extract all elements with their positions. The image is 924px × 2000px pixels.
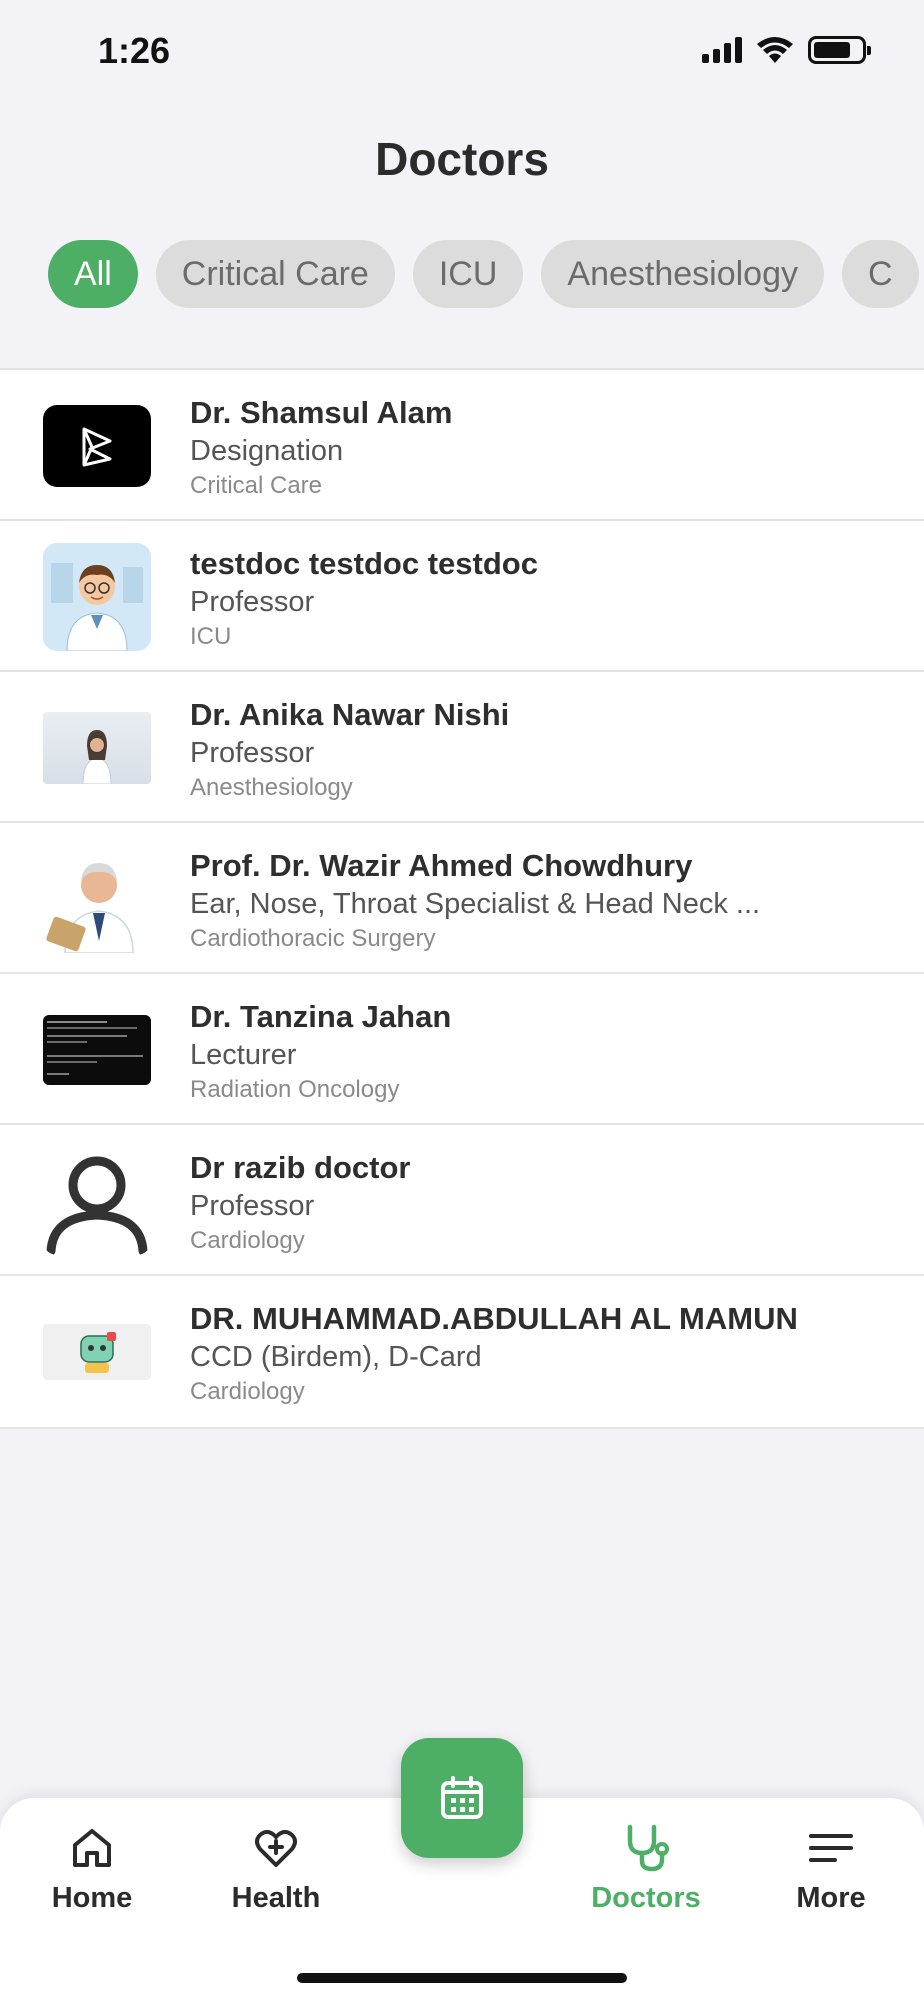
filter-chip-icu[interactable]: ICU [412,240,524,308]
doctor-row[interactable]: Dr. Anika Nawar Nishi Professor Anesthes… [0,672,924,823]
doctor-name: DR. MUHAMMAD.ABDULLAH AL MAMUN [190,1301,798,1336]
nav-doctors-label: Doctors [591,1882,701,1914]
doctor-department: Critical Care [190,472,323,499]
filter-chip-more[interactable]: C [842,240,919,308]
filter-chip-critical-care[interactable]: Critical Care [155,240,395,308]
doctor-name: Dr. Anika Nawar Nishi [190,697,510,732]
doctor-row[interactable]: Dr. Shamsul Alam Designation Critical Ca… [0,370,924,521]
nav-home[interactable]: Home [17,1820,167,1915]
doctor-name: Dr. Tanzina Jahan [190,999,452,1034]
person-icon [43,1147,151,1255]
nav-doctors[interactable]: Doctors [571,1820,721,1915]
doctor-name: testdoc testdoc testdoc [190,546,538,581]
doctor-designation: Professor [190,737,315,769]
home-indicator [297,1973,627,1983]
calendar-icon [441,1776,483,1819]
signal-icon [702,37,742,63]
filter-chip-anesthesiology[interactable]: Anesthesiology [541,240,825,308]
filter-chip-all[interactable]: All [48,240,138,308]
doctor-department: Cardiology [190,1378,305,1405]
doctor-designation: Designation [190,435,344,467]
doctor-designation: Ear, Nose, Throat Specialist & Head Neck… [190,888,761,920]
nav-health[interactable]: Health [201,1820,351,1915]
doctor-department: Anesthesiology [190,774,353,801]
doctor-department: ICU [190,623,232,650]
doctor-name: Prof. Dr. Wazir Ahmed Chowdhury [190,848,693,883]
cartoon-doctor-avatar [43,543,151,651]
doctor-designation: CCD (Birdem), D-Card [190,1341,482,1373]
nav-health-label: Health [231,1882,321,1914]
doctor-name: Dr. Shamsul Alam [190,395,453,430]
wifi-icon [757,37,793,63]
doctor-department: Cardiothoracic Surgery [190,925,436,952]
stethoscope-icon [627,1824,669,1872]
doctor-row[interactable]: testdoc testdoc testdoc Professor ICU [0,521,924,672]
doctor-department: Radiation Oncology [190,1076,400,1103]
doctor-designation: Lecturer [190,1039,297,1071]
female-doctor-photo [43,712,151,784]
home-icon [73,1829,111,1867]
battery-icon [808,36,871,64]
menu-icon [809,1834,853,1862]
doctor-department: Cardiology [190,1227,305,1254]
doctor-designation: Professor [190,586,315,618]
doctor-name: Dr razib doctor [190,1150,411,1185]
page-title: Doctors [375,133,549,185]
robot-doctor-icon [43,1324,151,1380]
heart-plus-icon [255,1830,297,1867]
status-bar: 1:26 [0,0,924,100]
nav-more[interactable]: More [756,1820,906,1915]
logo-icon [43,405,151,487]
appointment-fab-button[interactable] [401,1738,523,1858]
status-time: 1:26 [98,30,171,71]
status-icons [702,36,871,64]
doctor-list: Dr. Shamsul Alam Designation Critical Ca… [0,368,924,1429]
nav-home-label: Home [51,1882,133,1914]
doctor-row[interactable]: Dr. Tanzina Jahan Lecturer Radiation Onc… [0,974,924,1125]
doctor-row[interactable]: Dr razib doctor Professor Cardiology [0,1125,924,1276]
filter-chips: All Critical Care ICU Anesthesiology C [48,240,919,308]
male-doctor-photo [43,845,151,953]
doctor-row[interactable]: DR. MUHAMMAD.ABDULLAH AL MAMUN CCD (Bird… [0,1276,924,1429]
doctor-designation: Professor [190,1190,315,1222]
terminal-screenshot [43,1015,151,1085]
nav-more-label: More [796,1882,866,1914]
doctor-row[interactable]: Prof. Dr. Wazir Ahmed Chowdhury Ear, Nos… [0,823,924,974]
